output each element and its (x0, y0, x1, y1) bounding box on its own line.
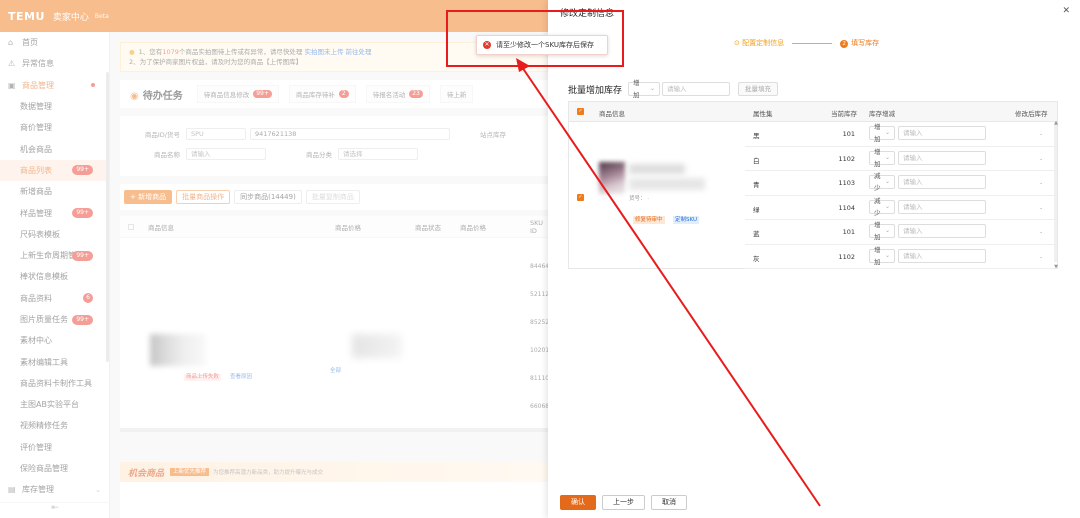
stock-op-select[interactable]: 减少 ⌄ (869, 172, 895, 192)
chevron-down-icon: ⌄ (649, 85, 656, 92)
step-divider (792, 42, 833, 44)
bulk-stock-bar: 批量增加库存 增加 ⌄ 请输入 批量填充 (568, 79, 779, 99)
col-header: 当前库存 (831, 110, 857, 118)
attr-value: 灰 (753, 254, 760, 263)
step-1: ⊙ 配置定制信息 (734, 39, 785, 47)
toast-message: 请至少修改一个SKU库存后保存 (496, 41, 594, 49)
after-stock: - (1040, 154, 1043, 163)
attr-value: 蓝 (753, 230, 760, 238)
after-stock: - (1040, 179, 1043, 187)
error-icon: ✕ (483, 41, 491, 49)
table-header: ✓ 商品信息 属性集 当前库存 库存增减 修改后库存 (569, 102, 1057, 122)
col-header: 库存增减 (869, 110, 895, 118)
stock-op-select[interactable]: 减少 ⌄ (869, 197, 895, 217)
sku-row: 绿 1104 减少 ⌄ 请输入 - (745, 196, 1057, 220)
current-stock: 1103 (838, 179, 855, 187)
bulk-label: 批量增加库存 (568, 85, 623, 96)
confirm-button[interactable]: 确认 (560, 495, 596, 510)
chevron-down-icon: ⌄ (884, 251, 890, 259)
prev-step-button[interactable]: 上一步 (602, 495, 645, 510)
sku-row: 白 1102 增加 ⌄ 请输入 - (745, 147, 1057, 171)
current-stock: 1104 (838, 203, 855, 212)
stock-op-select[interactable]: 增加 ⌄ (869, 148, 895, 168)
after-stock: - (1040, 130, 1043, 138)
select-all-checkbox[interactable]: ✓ (577, 108, 584, 115)
chevron-down-icon: ⌄ (884, 202, 890, 210)
attr-value: 白 (753, 156, 760, 165)
sku-stock-table: ✓ 商品信息 属性集 当前库存 库存增减 修改后库存 ✓ 货号： · 修复待审中… (568, 101, 1058, 270)
attr-value: 黑 (753, 132, 760, 140)
product-thumbnail (599, 162, 625, 194)
stock-change-input[interactable]: 请输入 (898, 224, 986, 238)
row-checkbox[interactable]: ✓ (577, 194, 584, 201)
after-stock: - (1040, 203, 1043, 212)
product-meta: 货号： · (629, 196, 649, 202)
stock-change-input[interactable]: 请输入 (898, 175, 986, 189)
step-2: 2 填写库存 (840, 38, 879, 48)
bulk-qty-input[interactable]: 请输入 (662, 82, 731, 96)
edit-custom-info-drawer: 修改定制信息 ✕ ⊙ 配置定制信息 2 填写库存 批量增加库存 增加 ⌄ 请输入 批… (548, 0, 1080, 518)
current-stock: 1102 (838, 154, 855, 163)
chevron-down-icon: ⌄ (884, 129, 890, 136)
sku-row: 灰 1102 增加 ⌄ 请输入 - (745, 245, 1057, 269)
sku-row: 青 1103 减少 ⌄ 请输入 - (745, 171, 1057, 196)
product-name-blurred (629, 178, 705, 190)
sku-row: 蓝 101 增加 ⌄ 请输入 - (745, 220, 1057, 245)
col-header: 属性集 (753, 110, 773, 118)
drawer-footer: 确认 上一步 取消 (560, 495, 693, 510)
check-circle-icon: ⊙ (734, 39, 740, 47)
after-stock: - (1040, 228, 1043, 236)
current-stock: 1102 (838, 252, 855, 261)
stepper: ⊙ 配置定制信息 2 填写库存 (734, 38, 879, 48)
bulk-op-select[interactable]: 增加 ⌄ (628, 79, 661, 99)
current-stock: 101 (842, 130, 855, 138)
col-header: 修改后库存 (1015, 110, 1048, 118)
sku-row: 黑 101 增加 ⌄ 请输入 - (745, 122, 1057, 147)
stock-op-select[interactable]: 增加 ⌄ (869, 246, 895, 266)
custom-sku-badge: 定制SKU (673, 216, 699, 224)
stock-change-input[interactable]: 请输入 (898, 126, 986, 140)
cancel-button[interactable]: 取消 (651, 495, 687, 510)
modal-overlay[interactable] (0, 0, 548, 518)
chevron-down-icon: ⌄ (884, 227, 890, 234)
current-stock: 101 (842, 228, 855, 236)
bulk-fill-button[interactable]: 批量填充 (738, 82, 779, 96)
col-header: 商品信息 (599, 110, 625, 118)
product-name-blurred (629, 164, 685, 174)
chevron-down-icon: ⌄ (884, 178, 890, 185)
attr-value: 青 (753, 181, 760, 189)
chevron-down-icon: ⌄ (884, 153, 890, 161)
stock-change-input[interactable]: 请输入 (898, 248, 986, 263)
status-badge: 修复待审中 (633, 216, 665, 224)
error-toast: ✕ 请至少修改一个SKU库存后保存 (476, 35, 608, 55)
after-stock: - (1040, 252, 1043, 261)
attr-value: 绿 (753, 205, 760, 214)
stock-change-input[interactable]: 请输入 (898, 199, 986, 214)
stock-op-select[interactable]: 增加 ⌄ (869, 123, 895, 143)
close-icon[interactable]: ✕ (1062, 6, 1070, 16)
stock-op-select[interactable]: 增加 ⌄ (869, 221, 895, 241)
stock-change-input[interactable]: 请输入 (898, 150, 986, 165)
